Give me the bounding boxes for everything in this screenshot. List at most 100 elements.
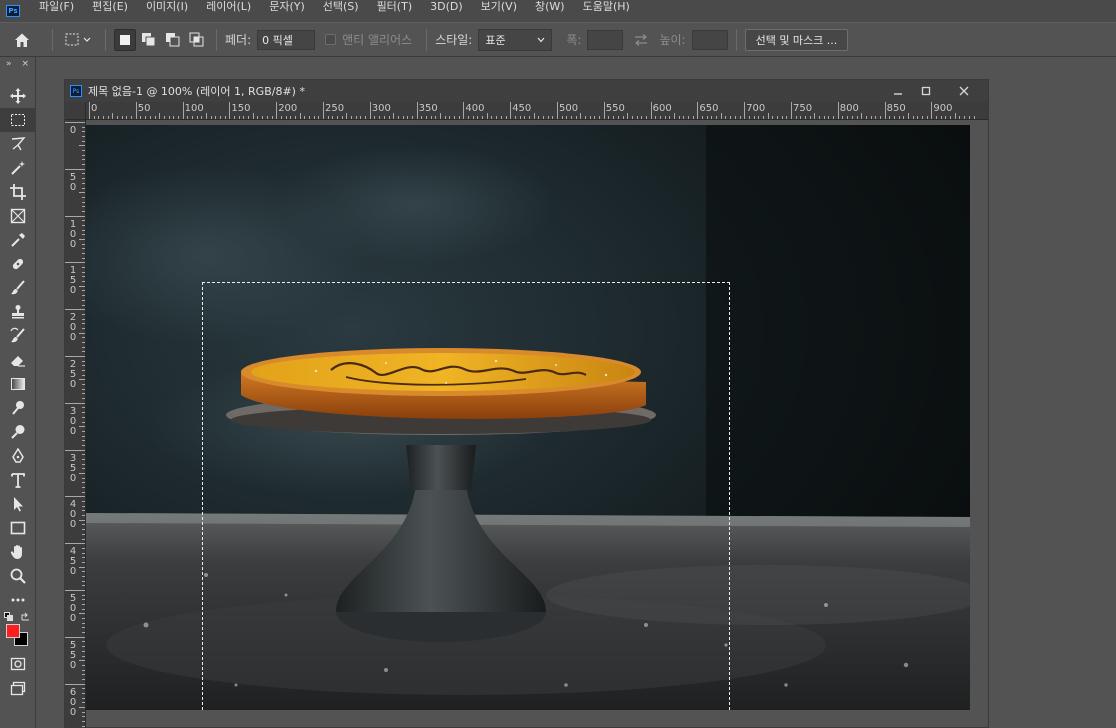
options-bar: 페더: 0 픽셀 앤티 앨리어스 스타일: 표준 폭: 높이: 선택 및 마스크…: [0, 22, 1116, 57]
rectangle-icon: [10, 521, 26, 535]
pen-tool[interactable]: [0, 444, 36, 468]
horizontal-ruler[interactable]: 0 50 100 150 200 250 300 350 400 450 500 550 600 650 7…: [86, 102, 988, 120]
ruler-minor-tick: [201, 116, 203, 119]
ruler-label: 400: [69, 499, 77, 531]
ruler-minor-tick: [542, 116, 544, 119]
image-canvas[interactable]: [86, 125, 970, 710]
document-tab[interactable]: Ps 제목 없음-1 @ 100% (레이어 1, RGB/8#) *: [65, 80, 988, 102]
ruler-corner[interactable]: [65, 102, 86, 120]
ruler-minor-tick: [683, 116, 685, 119]
type-icon: [11, 473, 25, 488]
marquee-preset-icon[interactable]: [61, 32, 97, 48]
ruler-minor-tick: [82, 627, 85, 629]
menu-type[interactable]: 문자(Y): [260, 0, 314, 14]
intersect-selection-icon[interactable]: [186, 29, 208, 51]
ruler-label: 250: [325, 103, 345, 114]
ruler-minor-tick: [585, 116, 587, 119]
ruler-minor-tick: [82, 388, 85, 390]
width-input[interactable]: [587, 29, 624, 50]
ruler-minor-tick: [393, 113, 395, 119]
marquee-tool[interactable]: [0, 108, 36, 132]
menu-select[interactable]: 선택(S): [314, 0, 368, 14]
ruler-minor-tick: [82, 196, 85, 198]
brush-tool[interactable]: [0, 276, 36, 300]
type-tool[interactable]: [0, 468, 36, 492]
close-button[interactable]: [940, 80, 988, 102]
dodge-tool[interactable]: [0, 420, 36, 444]
maximize-button[interactable]: [912, 80, 940, 102]
ruler-minor-tick: [805, 116, 807, 119]
zoom-tool[interactable]: [0, 564, 36, 588]
ruler-minor-tick: [82, 529, 85, 531]
home-icon[interactable]: [0, 31, 44, 49]
ruler-tick: [557, 102, 558, 119]
close-panel-icon[interactable]: ×: [21, 59, 29, 69]
rectangle-tool[interactable]: [0, 516, 36, 540]
separator: [105, 28, 106, 51]
menu-image[interactable]: 이미지(I): [137, 0, 197, 14]
swap-colors-icon[interactable]: [20, 612, 31, 623]
ruler-minor-tick: [365, 116, 367, 119]
vertical-ruler[interactable]: 0 50 100 150 200 250 300 350 400 450 500 550 600: [65, 120, 86, 728]
menu-view[interactable]: 보기(V): [472, 0, 526, 14]
style-select[interactable]: 표준: [478, 28, 553, 51]
eraser-tool[interactable]: [0, 348, 36, 372]
ruler-minor-tick: [140, 116, 142, 119]
ruler-minor-tick: [678, 116, 680, 119]
ruler-label: 700: [746, 103, 766, 114]
photoshop-app: Ps 파일(F) 편집(E) 이미지(I) 레이어(L) 문자(Y) 선택(S)…: [0, 0, 1116, 728]
crop-tool[interactable]: [0, 180, 36, 204]
clone-stamp-tool[interactable]: [0, 300, 36, 324]
more-tools[interactable]: [0, 588, 36, 612]
ruler-minor-tick: [82, 458, 85, 460]
foreground-color-swatch[interactable]: [6, 624, 20, 638]
collapse-panel-icon[interactable]: »: [6, 59, 12, 69]
smudge-tool[interactable]: [0, 396, 36, 420]
hand-tool[interactable]: [0, 540, 36, 564]
lasso-tool[interactable]: [0, 132, 36, 156]
ruler-minor-tick: [82, 398, 85, 400]
ruler-minor-tick: [82, 159, 85, 161]
menu-file[interactable]: 파일(F): [30, 0, 83, 14]
menu-3d[interactable]: 3D(D): [421, 0, 472, 13]
height-input[interactable]: [691, 29, 728, 50]
healing-brush-tool[interactable]: [0, 252, 36, 276]
minimize-button[interactable]: [884, 80, 912, 102]
feather-input[interactable]: 0 픽셀: [257, 29, 316, 50]
ruler-minor-tick: [692, 116, 694, 119]
add-to-selection-icon[interactable]: [138, 29, 160, 51]
select-and-mask-button[interactable]: 선택 및 마스크 ...: [744, 28, 849, 51]
eyedropper-tool[interactable]: [0, 228, 36, 252]
magic-wand-tool[interactable]: [0, 156, 36, 180]
menu-layer[interactable]: 레이어(L): [197, 0, 260, 14]
ruler-minor-tick: [82, 482, 85, 484]
ruler-minor-tick: [79, 473, 85, 474]
menu-window[interactable]: 창(W): [526, 0, 574, 14]
ruler-label: 150: [231, 103, 251, 114]
antialias-checkbox[interactable]: [325, 34, 337, 45]
new-selection-icon[interactable]: [114, 28, 136, 51]
menu-help[interactable]: 도움말(H): [574, 0, 639, 14]
menu-filter[interactable]: 필터(T): [368, 0, 422, 14]
menu-edit[interactable]: 편집(E): [83, 0, 137, 14]
gradient-tool[interactable]: [0, 372, 36, 396]
ruler-tick: [65, 636, 85, 638]
path-selection-tool[interactable]: [0, 492, 36, 516]
history-brush-tool[interactable]: [0, 324, 36, 348]
ruler-minor-tick: [79, 707, 85, 708]
ruler-minor-tick: [964, 116, 966, 119]
default-colors-icon[interactable]: [4, 612, 14, 622]
ruler-minor-tick: [617, 116, 619, 119]
screen-mode-button[interactable]: [0, 676, 36, 700]
frame-tool[interactable]: [0, 204, 36, 228]
swap-dimensions-icon[interactable]: [623, 33, 659, 47]
ruler-minor-tick: [103, 116, 105, 119]
ruler-minor-tick: [528, 116, 530, 119]
ruler-minor-tick: [82, 538, 85, 540]
ruler-minor-tick: [482, 116, 484, 119]
subtract-from-selection-icon[interactable]: [162, 29, 184, 51]
quick-mask-button[interactable]: [0, 652, 36, 676]
move-tool[interactable]: [0, 84, 36, 108]
rectangular-marquee-icon: [11, 114, 25, 126]
marquee-selection[interactable]: [202, 282, 730, 710]
